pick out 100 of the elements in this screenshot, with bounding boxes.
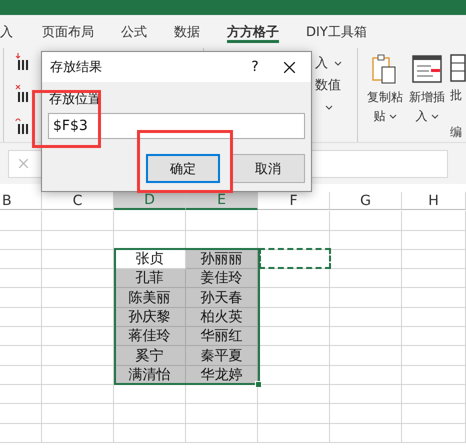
column-header[interactable]: H: [402, 192, 466, 210]
table-cell[interactable]: 陈美丽: [114, 288, 186, 308]
table-cell[interactable]: [42, 308, 114, 328]
ribbon-tab[interactable]: 数据: [174, 15, 200, 48]
table-cell[interactable]: 孙丽丽: [186, 250, 258, 270]
table-cell[interactable]: [114, 424, 186, 443]
ok-button[interactable]: 确定: [146, 154, 220, 183]
column-header[interactable]: C: [42, 192, 114, 210]
table-cell[interactable]: [0, 366, 42, 385]
table-cell[interactable]: [114, 384, 186, 404]
help-button[interactable]: ?: [240, 59, 270, 75]
table-cell[interactable]: [186, 404, 258, 424]
table-cell[interactable]: 孙天春: [186, 288, 258, 308]
row-tool-icon[interactable]: [15, 117, 29, 135]
table-cell[interactable]: [186, 424, 258, 443]
close-icon[interactable]: [284, 62, 295, 72]
column-header[interactable]: B: [0, 192, 42, 210]
table-cell[interactable]: [258, 211, 330, 231]
table-cell[interactable]: [258, 308, 330, 328]
column-header[interactable]: E: [186, 192, 258, 210]
table-cell[interactable]: [186, 211, 258, 231]
table-cell[interactable]: [330, 424, 402, 443]
table-cell[interactable]: [402, 384, 466, 404]
cancel-icon[interactable]: [19, 159, 28, 168]
table-cell[interactable]: 孔菲: [114, 269, 186, 288]
row-tool-icon[interactable]: [15, 53, 29, 71]
table-cell[interactable]: [258, 346, 330, 366]
table-cell[interactable]: [330, 327, 402, 346]
ribbon-label[interactable]: 数值: [315, 76, 341, 94]
table-cell[interactable]: [0, 384, 42, 404]
table-cell[interactable]: [330, 211, 402, 231]
table-cell[interactable]: [0, 250, 42, 270]
table-cell[interactable]: [402, 346, 466, 366]
table-cell[interactable]: [402, 327, 466, 346]
table-cell[interactable]: [330, 230, 402, 250]
table-cell[interactable]: 华丽红: [186, 327, 258, 346]
table-cell[interactable]: [42, 250, 114, 270]
table-cell[interactable]: [330, 288, 402, 308]
table-cell[interactable]: [258, 404, 330, 424]
table-cell[interactable]: [402, 366, 466, 385]
table-cell[interactable]: [330, 269, 402, 288]
ribbon-button[interactable]: 批: [450, 54, 466, 105]
table-cell[interactable]: [0, 211, 42, 231]
table-cell[interactable]: [0, 308, 42, 328]
fill-handle[interactable]: [255, 380, 262, 388]
table-cell[interactable]: [402, 211, 466, 231]
table-cell[interactable]: [258, 288, 330, 308]
table-cell[interactable]: [42, 424, 114, 443]
table-cell[interactable]: [330, 308, 402, 328]
table-cell[interactable]: [0, 404, 42, 424]
table-cell[interactable]: [330, 384, 402, 404]
ribbon-label[interactable]: 入: [315, 54, 328, 72]
table-cell[interactable]: [114, 211, 186, 231]
table-cell[interactable]: [330, 366, 402, 385]
table-cell[interactable]: [42, 230, 114, 250]
table-cell[interactable]: 奚宁: [114, 346, 186, 366]
table-cell[interactable]: 柏火英: [186, 308, 258, 328]
table-cell[interactable]: [330, 404, 402, 424]
table-cell[interactable]: [42, 404, 114, 424]
ribbon-tab[interactable]: 公式: [121, 15, 147, 48]
table-cell[interactable]: [402, 250, 466, 270]
table-cell[interactable]: [258, 424, 330, 443]
ribbon-tab[interactable]: DIY工具箱: [306, 15, 367, 48]
table-cell[interactable]: [0, 424, 42, 443]
table-cell[interactable]: [0, 288, 42, 308]
column-header[interactable]: D: [114, 192, 186, 210]
table-cell[interactable]: [42, 384, 114, 404]
table-cell[interactable]: [0, 327, 42, 346]
table-cell[interactable]: 姜佳玲: [186, 269, 258, 288]
table-cell[interactable]: 秦平夏: [186, 346, 258, 366]
caret-icon[interactable]: [325, 104, 333, 110]
table-cell[interactable]: [402, 308, 466, 328]
ribbon-tab[interactable]: 页面布局: [42, 15, 94, 48]
ribbon-tab[interactable]: 方方格子: [227, 15, 279, 48]
cancel-button[interactable]: 取消: [231, 154, 305, 183]
table-cell[interactable]: [42, 211, 114, 231]
table-cell[interactable]: [330, 250, 402, 270]
row-tool-icon[interactable]: [15, 85, 29, 103]
table-cell[interactable]: [402, 269, 466, 288]
column-header[interactable]: G: [330, 192, 402, 210]
table-cell[interactable]: [42, 346, 114, 366]
caret-icon[interactable]: [334, 60, 342, 66]
ribbon-tab[interactable]: 入: [0, 15, 13, 48]
table-cell[interactable]: [42, 269, 114, 288]
table-cell[interactable]: [0, 269, 42, 288]
table-cell[interactable]: [114, 404, 186, 424]
table-cell[interactable]: [258, 327, 330, 346]
ribbon-button[interactable]: 复制粘 贴: [366, 54, 404, 126]
table-cell[interactable]: [0, 230, 42, 250]
table-cell[interactable]: [330, 346, 402, 366]
table-cell[interactable]: 孙庆黎: [114, 308, 186, 328]
caret-icon[interactable]: [430, 114, 438, 119]
table-cell[interactable]: [402, 288, 466, 308]
table-cell[interactable]: 蒋佳玲: [114, 327, 186, 346]
column-header[interactable]: F: [258, 192, 330, 210]
table-cell[interactable]: [258, 269, 330, 288]
table-cell[interactable]: [42, 366, 114, 385]
table-cell[interactable]: [42, 327, 114, 346]
table-cell[interactable]: [402, 404, 466, 424]
table-cell[interactable]: [402, 424, 466, 443]
